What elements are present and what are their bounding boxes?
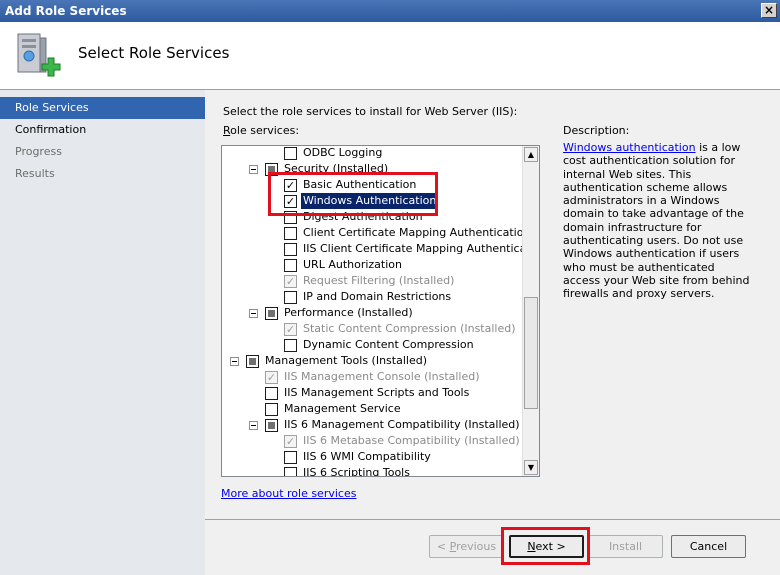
nav-item-role-services[interactable]: Role Services <box>0 97 205 119</box>
more-about-role-services-link[interactable]: More about role services <box>221 487 356 500</box>
next-button[interactable]: Next > <box>509 535 584 558</box>
tree-item[interactable]: IP and Domain Restrictions <box>222 289 522 305</box>
tree-item-label: URL Authorization <box>303 258 402 271</box>
scrollbar-thumb[interactable] <box>524 297 538 409</box>
collapse-toggle-icon[interactable] <box>249 309 258 318</box>
wizard-footer: < Previous Next > Install Cancel <box>205 519 780 575</box>
checkbox[interactable] <box>284 339 297 352</box>
tree-item[interactable]: IIS Client Certificate Mapping Authentic… <box>222 241 539 257</box>
tree-item-label: IIS 6 Metabase Compatibility (Installed) <box>303 434 520 447</box>
tree-group[interactable]: Management Tools (Installed) <box>222 353 522 369</box>
tree-item-label: IIS 6 Management Compatibility (Installe… <box>284 418 520 431</box>
main-content: Select the role services to install for … <box>205 90 780 519</box>
windows-authentication-link[interactable]: Windows authentication <box>563 141 696 154</box>
tree-group[interactable]: Performance (Installed) <box>222 305 522 321</box>
checkbox[interactable] <box>265 307 278 320</box>
tree-item[interactable]: IIS 6 Scripting Tools <box>222 465 522 477</box>
checkbox[interactable] <box>284 259 297 272</box>
tree-item-label: Client Certificate Mapping Authenticatio… <box>303 226 531 239</box>
tree-item-label: Basic Authentication <box>303 178 417 191</box>
tree-item[interactable]: IIS 6 WMI Compatibility <box>222 449 522 465</box>
tree-item-label: Management Tools (Installed) <box>265 354 427 367</box>
title-bar: Add Role Services × <box>0 0 780 22</box>
tree-item[interactable]: URL Authorization <box>222 257 522 273</box>
checkbox <box>265 371 278 384</box>
checkbox[interactable] <box>284 147 297 160</box>
collapse-toggle-icon[interactable] <box>230 357 239 366</box>
tree-item-label: Performance (Installed) <box>284 306 413 319</box>
tree-item-label: IIS Management Scripts and Tools <box>284 386 470 399</box>
server-add-icon <box>17 33 61 77</box>
checkbox[interactable] <box>265 387 278 400</box>
tree-item[interactable]: IIS 6 Metabase Compatibility (Installed) <box>222 433 522 449</box>
window-title: Add Role Services <box>5 4 127 18</box>
tree-item-label: Request Filtering (Installed) <box>303 274 455 287</box>
tree-item[interactable]: IIS Management Scripts and Tools <box>222 385 522 401</box>
tree-scrollbar[interactable]: ▲ ▼ <box>522 146 539 476</box>
tree-item-label: Digest Authentication <box>303 210 423 223</box>
tree-item[interactable]: Static Content Compression (Installed) <box>222 321 522 337</box>
tree-item-label: IP and Domain Restrictions <box>303 290 452 303</box>
tree-item-label: Security (Installed) <box>284 162 389 175</box>
checkbox[interactable] <box>265 403 278 416</box>
checkbox[interactable] <box>284 243 297 256</box>
tree-group[interactable]: Security (Installed) <box>222 161 522 177</box>
tree-item-label: IIS Client Certificate Mapping Authentic… <box>303 242 540 255</box>
tree-item-label: Windows Authentication <box>301 193 439 209</box>
tree-item[interactable]: ODBC Logging <box>222 146 522 161</box>
checkbox[interactable] <box>265 163 278 176</box>
tree-item-label: IIS Management Console (Installed) <box>284 370 480 383</box>
checkbox[interactable] <box>284 451 297 464</box>
tree-item[interactable]: Windows Authentication <box>222 193 522 209</box>
tree-item-label: Management Service <box>284 402 401 415</box>
checkbox <box>284 435 297 448</box>
install-button: Install <box>588 535 663 558</box>
tree-item[interactable]: IIS Management Console (Installed) <box>222 369 522 385</box>
checkbox[interactable] <box>284 195 297 208</box>
cancel-button[interactable]: Cancel <box>671 535 746 558</box>
page-title: Select Role Services <box>78 44 230 62</box>
scroll-down-arrow-icon[interactable]: ▼ <box>524 460 538 475</box>
tree-item[interactable]: Management Service <box>222 401 522 417</box>
tree-item[interactable]: Client Certificate Mapping Authenticatio… <box>222 225 530 241</box>
previous-button: < Previous <box>429 535 504 558</box>
tree-item-label: Static Content Compression (Installed) <box>303 322 516 335</box>
tree-item[interactable]: Request Filtering (Installed) <box>222 273 522 289</box>
description-label: Description: <box>563 124 630 137</box>
description-text: Windows authentication is a low cost aut… <box>563 141 750 301</box>
checkbox[interactable] <box>284 179 297 192</box>
tree-item-label: ODBC Logging <box>303 146 383 159</box>
tree-item[interactable]: Dynamic Content Compression <box>222 337 522 353</box>
nav-item-confirmation[interactable]: Confirmation <box>0 119 205 141</box>
role-services-tree[interactable]: ODBC Logging Security (Installed) Basic Au… <box>221 145 540 477</box>
close-button[interactable]: × <box>761 3 777 18</box>
collapse-toggle-icon[interactable] <box>249 165 258 174</box>
checkbox[interactable] <box>284 211 297 224</box>
nav-item-results: Results <box>15 167 55 180</box>
checkbox <box>284 323 297 336</box>
checkbox[interactable] <box>284 467 297 476</box>
tree-item-label: IIS 6 WMI Compatibility <box>303 450 431 463</box>
checkbox[interactable] <box>284 227 297 240</box>
role-services-label: Role services: <box>223 124 300 137</box>
wizard-header: Select Role Services <box>0 22 780 90</box>
scroll-up-arrow-icon[interactable]: ▲ <box>524 147 538 162</box>
checkbox[interactable] <box>284 291 297 304</box>
collapse-toggle-icon[interactable] <box>249 421 258 430</box>
nav-item-progress: Progress <box>15 145 62 158</box>
wizard-nav: Role Services Confirmation Progress Resu… <box>0 90 205 575</box>
tree-group[interactable]: IIS 6 Management Compatibility (Installe… <box>222 417 522 433</box>
instruction-text: Select the role services to install for … <box>223 105 518 118</box>
tree-item[interactable]: Digest Authentication <box>222 209 522 225</box>
checkbox[interactable] <box>265 419 278 432</box>
checkbox <box>284 275 297 288</box>
checkbox[interactable] <box>246 355 259 368</box>
tree-item[interactable]: Basic Authentication <box>222 177 522 193</box>
tree-item-label: Dynamic Content Compression <box>303 338 474 351</box>
tree-item-label: IIS 6 Scripting Tools <box>303 466 410 477</box>
